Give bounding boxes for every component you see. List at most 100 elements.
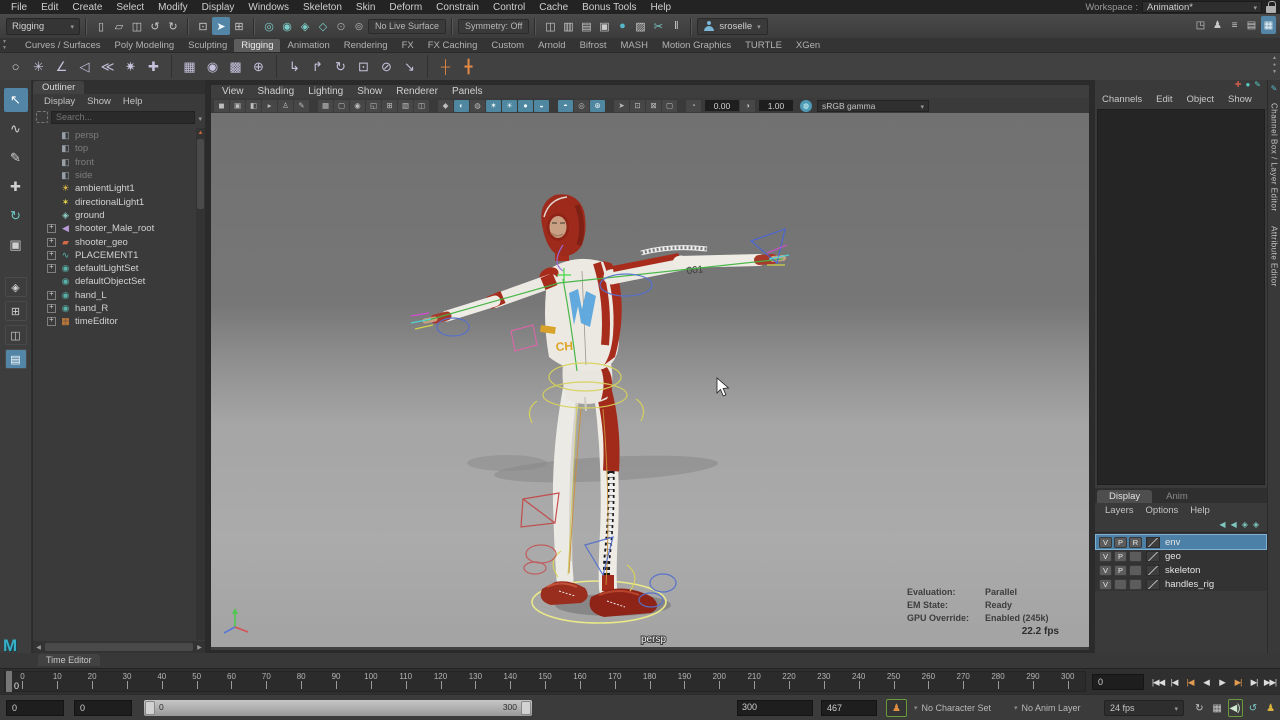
tool-icon[interactable]: ∿ — [4, 117, 28, 141]
viewport-toolbar-icon[interactable]: ◆ — [438, 100, 453, 112]
channel-box-menu-item[interactable]: Object — [1187, 94, 1214, 105]
side-tab[interactable]: Attribute Editor — [1270, 226, 1279, 287]
time-tick[interactable]: 70 — [249, 672, 284, 691]
outliner-menu-item[interactable]: Help — [118, 96, 148, 107]
viewport-toolbar-icon[interactable]: ◫ — [414, 100, 429, 112]
time-tick[interactable]: 50 — [179, 672, 214, 691]
manipulator-icon[interactable]: ✚ — [1235, 80, 1242, 92]
layer-visibility-toggle[interactable]: V — [1099, 565, 1112, 576]
render-icon[interactable]: ◫ — [541, 17, 559, 35]
time-tick[interactable]: 210 — [737, 672, 772, 691]
move-layer-up-icon[interactable]: ◀ — [1219, 520, 1225, 529]
outliner-item[interactable]: ◧ side — [33, 169, 196, 182]
layer-color-swatch[interactable] — [1146, 537, 1160, 548]
layer-display-type-toggle[interactable] — [1129, 551, 1142, 562]
viewport-toolbar-icon[interactable]: ▦ — [318, 100, 333, 112]
menu-set-dropdown[interactable]: Rigging — [6, 18, 80, 35]
layer-display-type-toggle[interactable]: R — [1129, 537, 1142, 548]
empty-layer-icon[interactable]: ◈ — [1242, 520, 1248, 529]
outliner-item[interactable]: ◈ ground — [33, 209, 196, 222]
layer-color-swatch[interactable] — [1146, 579, 1160, 590]
sidebar-toggle-icon[interactable]: ▦ — [1261, 16, 1276, 34]
menu-item[interactable]: Create — [65, 2, 109, 13]
layer-playback-toggle[interactable]: P — [1114, 537, 1127, 548]
scroll-up-icon[interactable]: ▲ — [196, 128, 205, 138]
viewport-toolbar-icon[interactable]: ♙ — [278, 100, 293, 112]
exposure-field[interactable]: 0.00 — [705, 100, 739, 111]
shelf-tool-icon[interactable]: ⊕ — [247, 55, 270, 78]
file-action-icon[interactable]: ◫ — [128, 17, 146, 35]
outliner-item[interactable]: ◉ hand_L — [33, 289, 196, 302]
shelf-scroll-spinner[interactable]: ▲●▼ — [1272, 55, 1277, 75]
shelf-tool-icon[interactable]: ▦ — [171, 55, 201, 78]
viewport-toolbar-icon[interactable]: ◼ — [214, 100, 229, 112]
viewport-toolbar-icon[interactable]: ⊠ — [646, 100, 661, 112]
shelf-menu-icon[interactable]: ▼▼ — [2, 40, 7, 51]
channel-list-area[interactable] — [1097, 109, 1265, 485]
time-tick[interactable]: 130 — [458, 672, 493, 691]
shelf-tool-icon[interactable]: ▩ — [224, 55, 247, 78]
expand-icon[interactable] — [47, 291, 56, 300]
outliner-item[interactable]: ☀ ambientLight1 — [33, 182, 196, 195]
tool-icon[interactable]: ▣ — [4, 233, 28, 257]
menu-item[interactable]: Select — [109, 2, 151, 13]
layer-display-type-toggle[interactable] — [1129, 565, 1142, 576]
shelf-tool-icon[interactable]: ◉ — [201, 55, 224, 78]
vertical-scrollbar[interactable]: ▲ — [196, 128, 205, 640]
scroll-left-icon[interactable]: ◀ — [33, 644, 44, 651]
range-slider[interactable]: 0 300 — [144, 700, 532, 716]
snap-icon[interactable]: ◎ — [260, 17, 278, 35]
shelf-tab[interactable]: Custom — [484, 39, 531, 52]
time-tick[interactable]: 100 — [353, 672, 388, 691]
layer-visibility-toggle[interactable]: V — [1099, 537, 1112, 548]
render-icon[interactable]: ▥ — [559, 17, 577, 35]
scroll-right-icon[interactable]: ▶ — [194, 644, 205, 651]
file-action-icon[interactable]: ↻ — [164, 17, 182, 35]
viewport-toolbar-icon[interactable]: ◓ — [558, 100, 573, 112]
animation-start-field[interactable]: 0 — [6, 700, 64, 716]
playback-start-field[interactable]: 0 — [74, 700, 132, 716]
menu-item[interactable]: Deform — [382, 2, 429, 13]
move-layer-down-icon[interactable]: ◀ — [1231, 520, 1237, 529]
shelf-tool-icon[interactable]: ⊡ — [352, 55, 375, 78]
layer-display-type-toggle[interactable] — [1129, 579, 1142, 590]
tool-icon[interactable]: ✚ — [4, 175, 28, 199]
selection-mask-icon[interactable]: ⊡ — [194, 17, 212, 35]
playback-button[interactable]: ◀ — [1198, 672, 1214, 692]
shelf-tab[interactable]: Motion Graphics — [655, 39, 738, 52]
character-set-dropdown[interactable]: ▾ No Character Set — [914, 700, 991, 716]
playback-option-icon[interactable]: ↻ — [1192, 699, 1207, 717]
time-tick[interactable]: 150 — [528, 672, 563, 691]
snap-icon[interactable]: ◈ — [296, 17, 314, 35]
layout-preset-icon[interactable]: ◫ — [5, 325, 27, 345]
shelf-tool-icon[interactable]: ↳ — [276, 55, 306, 78]
edit-pencil-icon[interactable]: ✎ — [1254, 80, 1261, 92]
playback-button[interactable]: |◀◀ — [1150, 672, 1166, 692]
viewport-menu-item[interactable]: Panels — [445, 86, 490, 97]
snap-icon[interactable]: ⊙ — [332, 17, 350, 35]
time-tick[interactable]: 230 — [806, 672, 841, 691]
expand-icon[interactable] — [47, 238, 56, 247]
time-tick[interactable]: 60 — [214, 672, 249, 691]
expand-icon[interactable] — [47, 224, 56, 233]
viewport-toolbar-icon[interactable]: ◧ — [246, 100, 261, 112]
shelf-tab[interactable]: TURTLE — [738, 39, 789, 52]
snap-icon[interactable]: ⊚ — [350, 17, 368, 35]
scrollbar-thumb[interactable] — [197, 139, 204, 209]
edit-pencil-icon[interactable]: ✎ — [1271, 84, 1278, 93]
shelf-tab[interactable]: Rigging — [234, 39, 280, 52]
time-tick[interactable]: 280 — [981, 672, 1016, 691]
animation-end-field[interactable]: 467 — [821, 700, 877, 716]
view-transform-dropdown[interactable]: sRGB gamma — [817, 100, 929, 112]
workspace-dropdown[interactable]: Animation* — [1142, 1, 1262, 13]
viewport-toolbar-icon[interactable]: ▸ — [262, 100, 277, 112]
viewport-toolbar-icon[interactable]: ◐ — [454, 100, 469, 112]
selection-mask-icon[interactable]: ⊞ — [230, 17, 248, 35]
shelf-tool-icon[interactable]: ✷ — [119, 55, 142, 78]
expand-icon[interactable] — [47, 251, 56, 260]
tool-icon[interactable]: ✎ — [4, 146, 28, 170]
shelf-tool-icon[interactable]: ◁ — [73, 55, 96, 78]
time-tick[interactable]: 220 — [772, 672, 807, 691]
shelf-tab[interactable]: Curves / Surfaces — [18, 39, 108, 52]
time-tick[interactable]: 250 — [876, 672, 911, 691]
